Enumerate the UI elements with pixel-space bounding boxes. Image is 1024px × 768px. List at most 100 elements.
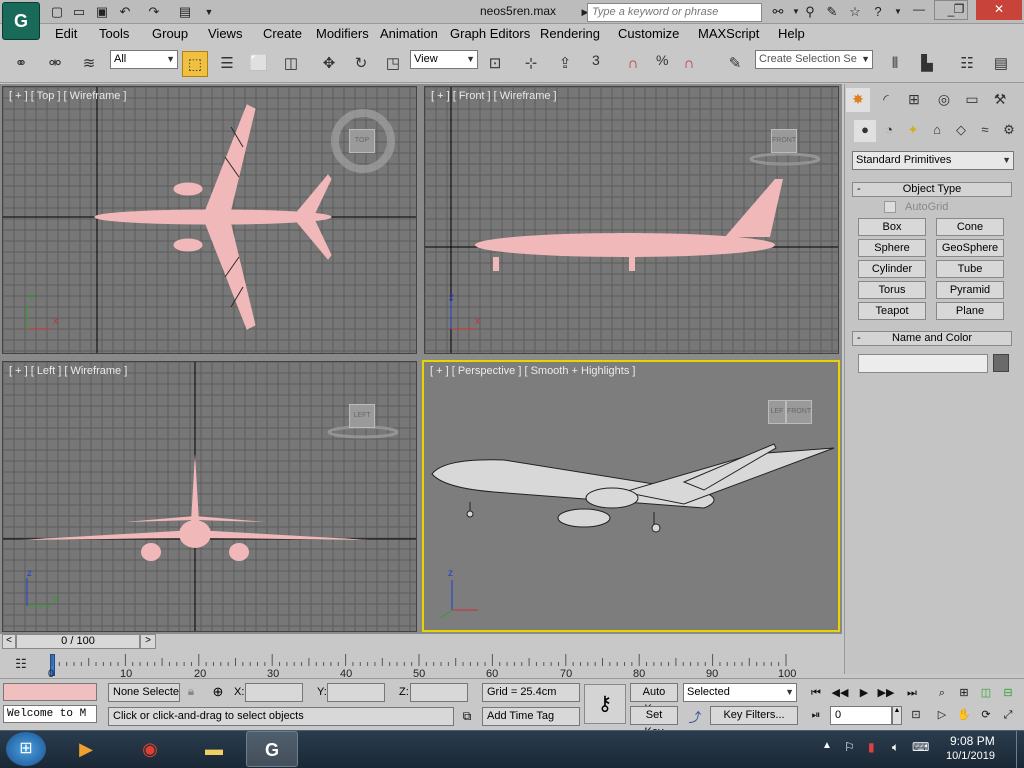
reference-coordinate-dropdown[interactable]: View ▼ [410, 50, 478, 69]
show-desktop-button[interactable] [1016, 731, 1024, 768]
teapot-button[interactable]: Teapot [858, 302, 926, 320]
set-key-button[interactable]: Set Key [630, 706, 678, 738]
window-crossing-icon[interactable]: ◫ [278, 51, 304, 77]
y-coordinate-input[interactable] [327, 683, 385, 702]
viewport-top[interactable]: [ + ] [ Top ] [ Wireframe ] TOP x y [2, 86, 417, 354]
time-next-button[interactable]: > [140, 634, 156, 649]
volume-icon[interactable]: 🔈︎ [892, 740, 899, 755]
object-color-swatch[interactable] [993, 354, 1009, 372]
sphere-button[interactable]: Sphere [858, 239, 926, 257]
select-and-scale-icon[interactable]: ◳ [380, 51, 406, 77]
pyramid-button[interactable]: Pyramid [936, 281, 1004, 299]
modify-tab-icon[interactable]: ◜ [874, 88, 898, 112]
layer-manager-icon[interactable]: ☷ [954, 51, 980, 77]
restore-button[interactable]: ❐ [946, 0, 972, 20]
play-icon[interactable]: ▶ [854, 684, 874, 702]
viewport-label-top[interactable]: [ + ] [ Top ] [ Wireframe ] [9, 90, 126, 102]
pivot-center-icon[interactable]: ⊡ [482, 51, 508, 77]
redo-icon[interactable]: ↷ [145, 3, 163, 21]
app-logo-icon[interactable]: G [2, 2, 40, 40]
select-manipulate-icon[interactable]: ⊹ [518, 51, 544, 77]
add-time-tag-button[interactable]: Add Time Tag [482, 707, 580, 726]
maximize-viewport-icon[interactable]: ⤢ [998, 706, 1018, 724]
bind-space-warp-icon[interactable]: ≋ [76, 51, 102, 77]
binoculars-icon[interactable]: ⚯ [768, 3, 788, 21]
motion-tab-icon[interactable]: ◎ [932, 88, 956, 112]
name-color-rollout[interactable]: - Name and Color [852, 331, 1012, 346]
viewport-label-perspective[interactable]: [ + ] [ Perspective ] [ Smooth + Highlig… [430, 365, 635, 377]
space-warps-icon[interactable]: ≈ [974, 120, 996, 142]
key-mode-dropdown[interactable]: Selected ▼ [683, 683, 797, 702]
key-mode-toggle-icon[interactable]: ⏯ [806, 706, 826, 724]
plane-button[interactable]: Plane [936, 302, 1004, 320]
viewport-label-left[interactable]: [ + ] [ Left ] [ Wireframe ] [9, 365, 127, 377]
helpers-icon[interactable]: ◇ [950, 120, 972, 142]
viewport-perspective[interactable]: [ + ] [ Perspective ] [ Smooth + Highlig… [422, 360, 840, 632]
orbit-icon[interactable]: ⟳ [976, 706, 996, 724]
tray-expand-icon[interactable]: ▲ [822, 740, 832, 751]
undo-icon[interactable]: ↶ [116, 3, 134, 21]
geosphere-button[interactable]: GeoSphere [936, 239, 1004, 257]
menu-graph-editors[interactable]: Graph Editors [450, 26, 530, 41]
menu-tools[interactable]: Tools [99, 26, 129, 41]
select-object-icon[interactable]: ⬚ [182, 51, 208, 77]
file-explorer-icon[interactable]: ▬ [188, 731, 240, 767]
new-file-icon[interactable]: ▢ [48, 3, 66, 21]
clock-time[interactable]: 9:08 PM [950, 734, 995, 748]
open-file-icon[interactable]: ▭ [70, 3, 88, 21]
quick-access-dropdown-icon[interactable]: ▼ [200, 3, 218, 21]
subscription-icon[interactable]: ⚲ [800, 3, 820, 21]
lock-icon[interactable]: 🔒︎ [184, 684, 198, 700]
mirror-icon[interactable]: ⫴ [882, 51, 908, 77]
favorites-star-icon[interactable]: ☆ [845, 3, 865, 21]
menu-create[interactable]: Create [263, 26, 302, 41]
box-button[interactable]: Box [858, 218, 926, 236]
viewcube-top[interactable]: TOP [349, 129, 375, 153]
save-icon[interactable]: ▣ [93, 3, 111, 21]
default-tangent-icon[interactable]: ⤴ [684, 707, 706, 725]
spinner-snap-icon[interactable]: ∩ [676, 51, 702, 77]
field-of-view-icon[interactable]: ▷ [932, 706, 952, 724]
maxscript-listener-output[interactable]: Welcome to M [3, 705, 97, 723]
action-center-icon[interactable]: ⚐ [844, 740, 855, 754]
network-icon[interactable]: ▮ [868, 740, 875, 754]
go-to-start-icon[interactable]: ⏮ [806, 684, 826, 702]
viewport-left[interactable]: [ + ] [ Left ] [ Wireframe ] LEFT y z [2, 361, 417, 632]
shapes-icon[interactable]: ◔ [878, 120, 900, 142]
create-tab-icon[interactable]: ✸ [846, 88, 870, 112]
select-and-move-icon[interactable]: ✥ [316, 51, 342, 77]
utilities-tab-icon[interactable]: ⚒ [988, 88, 1012, 112]
geometry-icon[interactable]: ● [854, 120, 876, 142]
time-slider[interactable]: 0 / 100 [16, 634, 140, 649]
display-tab-icon[interactable]: ▭ [960, 88, 984, 112]
frame-spinner[interactable]: ▲ [892, 706, 902, 725]
menu-maxscript[interactable]: MAXScript [698, 26, 759, 41]
cameras-icon[interactable]: ⌂ [926, 120, 948, 142]
time-tag-icon[interactable]: ⧉ [459, 709, 475, 725]
viewcube-front[interactable]: FRONT [771, 129, 797, 153]
previous-frame-icon[interactable]: ◀◀ [830, 684, 850, 702]
zoom-extents-all-icon[interactable]: ⊟ [998, 684, 1018, 702]
pan-view-icon[interactable]: ✋ [954, 706, 974, 724]
percent-snap-icon[interactable]: % [656, 52, 668, 68]
hierarchy-tab-icon[interactable]: ⊞ [902, 88, 926, 112]
zoom-extents-icon[interactable]: ◫ [976, 684, 996, 702]
project-folder-icon[interactable]: ▤ [176, 3, 194, 21]
viewcube-perspective-side[interactable]: LEF [768, 400, 786, 424]
set-key-mode-icon[interactable]: ⚷ [584, 684, 626, 724]
next-frame-icon[interactable]: ▶▶ [876, 684, 896, 702]
select-by-name-icon[interactable]: ☰ [214, 51, 240, 77]
communication-icon[interactable]: ✎ [822, 3, 842, 21]
angle-snap-icon[interactable]: ∩ [620, 51, 646, 77]
auto-key-button[interactable]: Auto Key [630, 683, 678, 715]
menu-modifiers[interactable]: Modifiers [316, 26, 369, 41]
close-button[interactable]: ✕ [976, 0, 1022, 20]
align-icon[interactable]: ▙ [914, 51, 940, 77]
menu-help[interactable]: Help [778, 26, 805, 41]
snap-toggle-icon[interactable]: 3 [592, 52, 600, 68]
go-to-end-icon[interactable]: ⏭ [902, 684, 922, 702]
clock-date[interactable]: 10/1/2019 [946, 750, 995, 762]
time-configuration-icon[interactable]: ⊡ [906, 706, 926, 724]
chrome-icon[interactable]: ◉ [124, 731, 176, 767]
keyboard-shortcut-icon[interactable]: ⇪ [552, 51, 578, 77]
